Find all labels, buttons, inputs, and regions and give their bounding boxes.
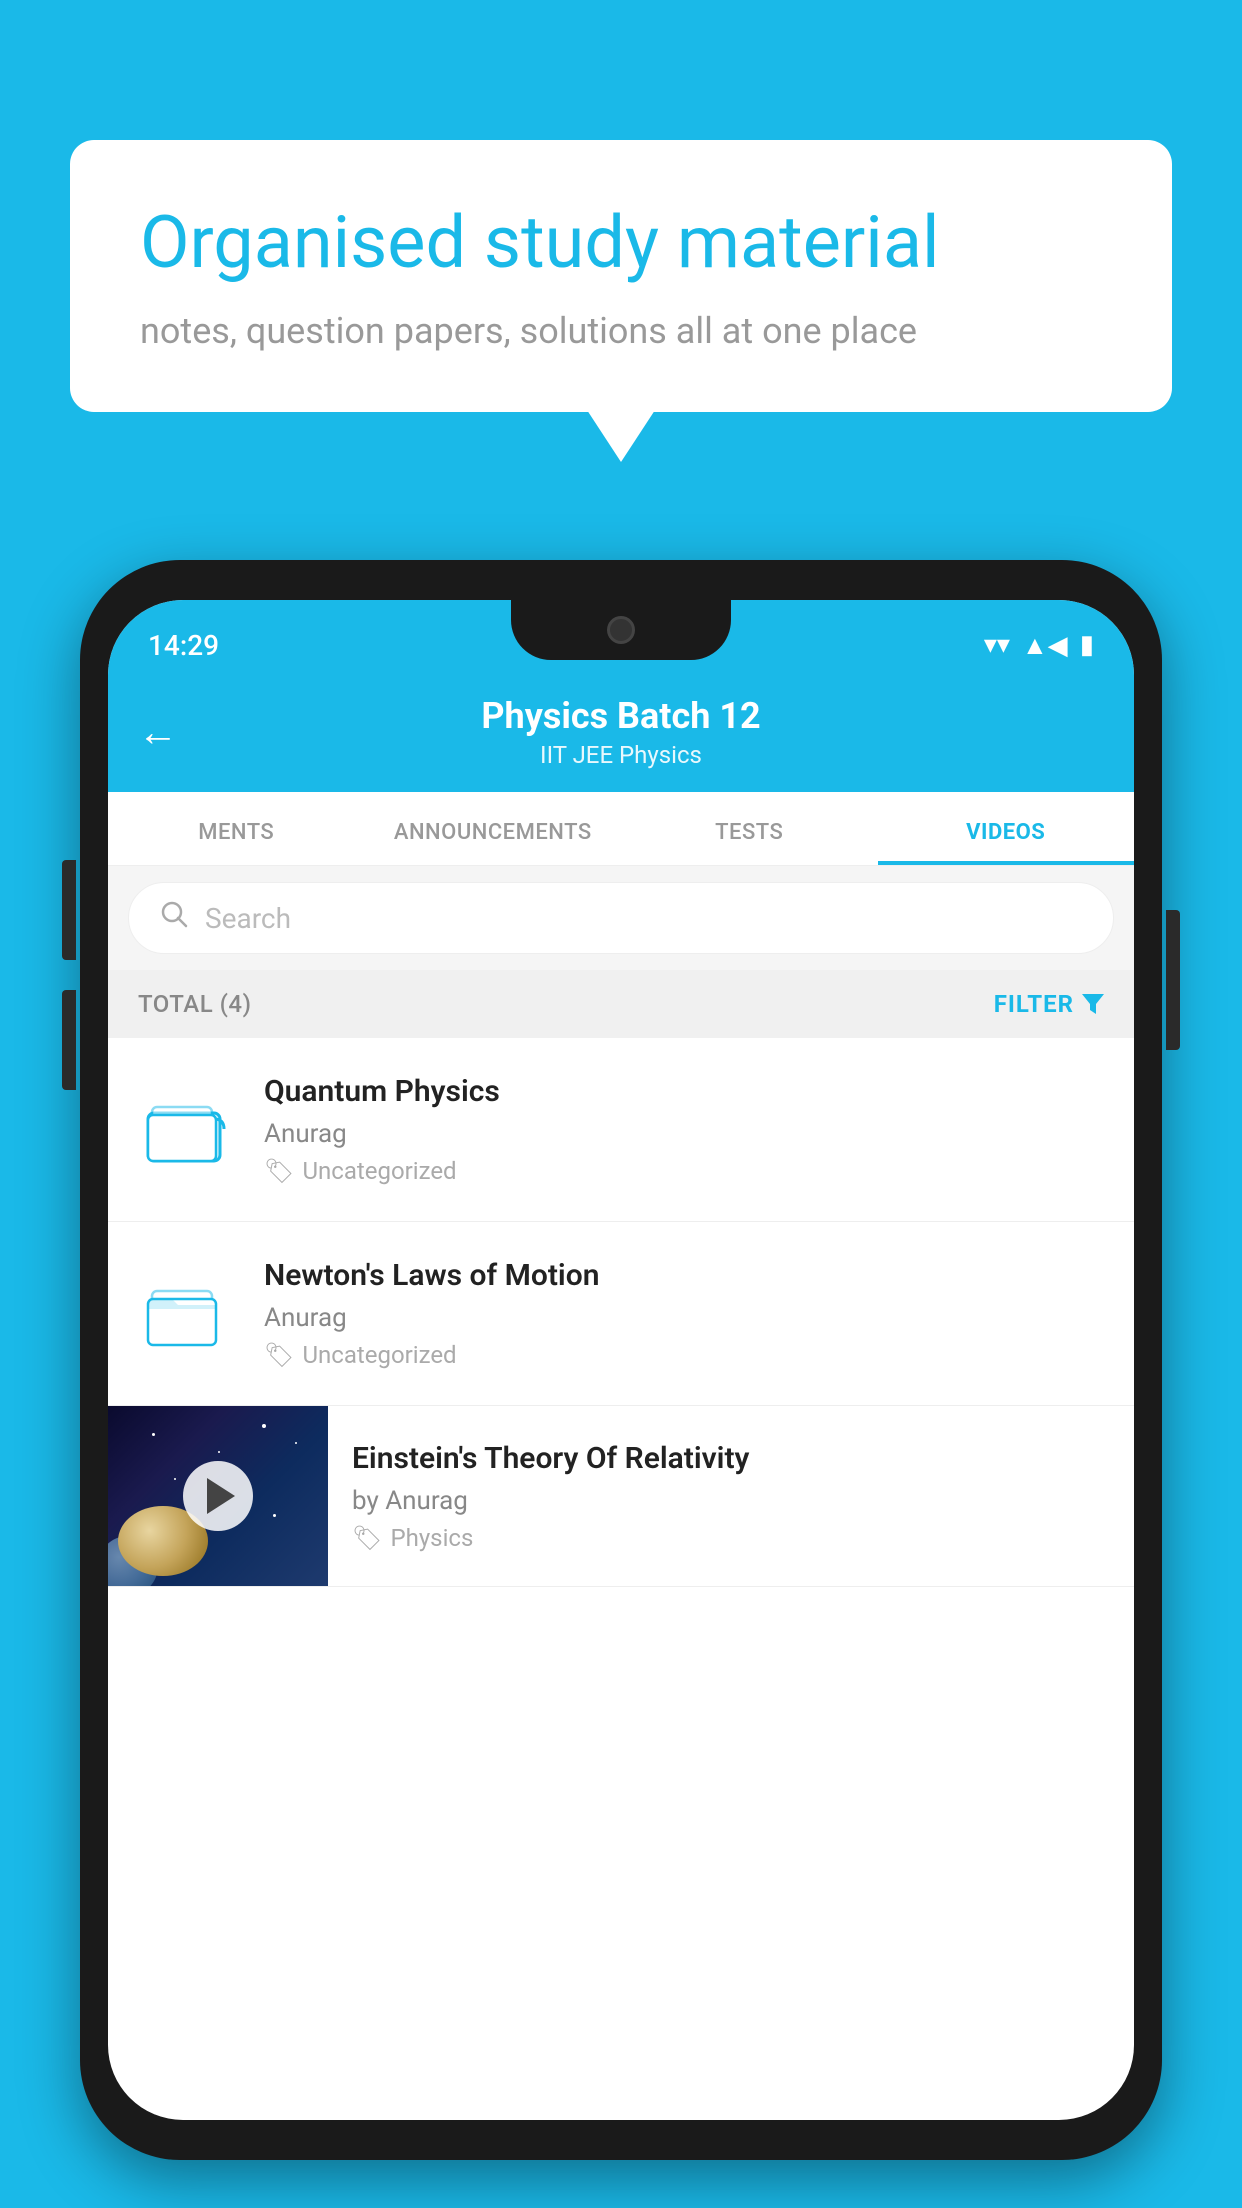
video-info: Quantum Physics Anurag 🏷 Uncategorized: [264, 1074, 1106, 1185]
camera-icon: [607, 616, 635, 644]
video-tag: 🏷 Physics: [352, 1524, 1110, 1552]
tab-tests[interactable]: TESTS: [621, 792, 878, 865]
video-tag: 🏷 Uncategorized: [264, 1157, 1106, 1185]
tab-ments[interactable]: MENTS: [108, 792, 365, 865]
header-subtitle: IIT JEE Physics: [540, 741, 702, 769]
video-tag: 🏷 Uncategorized: [264, 1341, 1106, 1369]
bubble-title: Organised study material: [140, 200, 1102, 286]
video-author: by Anurag: [352, 1486, 1110, 1516]
status-time: 14:29: [148, 629, 219, 662]
video-title: Newton's Laws of Motion: [264, 1258, 1106, 1293]
status-icons: ▾▾ ▲◀ ▮: [984, 630, 1094, 661]
header-title: Physics Batch 12: [481, 695, 760, 737]
list-item[interactable]: Newton's Laws of Motion Anurag 🏷 Uncateg…: [108, 1222, 1134, 1406]
battery-icon: ▮: [1080, 630, 1094, 660]
video-title: Quantum Physics: [264, 1074, 1106, 1109]
phone-screen: 14:29 ▾▾ ▲◀ ▮ ← Physics Batch 12 IIT JEE…: [108, 600, 1134, 2120]
list-item[interactable]: Einstein's Theory Of Relativity by Anura…: [108, 1406, 1134, 1587]
phone-outer: 14:29 ▾▾ ▲◀ ▮ ← Physics Batch 12 IIT JEE…: [80, 560, 1162, 2160]
bubble-subtitle: notes, question papers, solutions all at…: [140, 310, 1102, 352]
video-author: Anurag: [264, 1119, 1106, 1149]
tab-announcements[interactable]: ANNOUNCEMENTS: [365, 792, 622, 865]
speech-bubble: Organised study material notes, question…: [70, 140, 1172, 412]
search-icon: [159, 899, 189, 937]
video-info: Einstein's Theory Of Relativity by Anura…: [328, 1411, 1134, 1582]
total-count: TOTAL (4): [138, 990, 251, 1018]
video-thumbnail: [108, 1406, 328, 1586]
phone-container: 14:29 ▾▾ ▲◀ ▮ ← Physics Batch 12 IIT JEE…: [80, 560, 1162, 2160]
folder-icon: [136, 1269, 236, 1359]
filter-button[interactable]: FILTER: [994, 990, 1104, 1018]
tab-videos[interactable]: VIDEOS: [878, 792, 1135, 865]
search-bar[interactable]: Search: [128, 882, 1114, 954]
search-input[interactable]: Search: [205, 902, 291, 935]
list-item[interactable]: Quantum Physics Anurag 🏷 Uncategorized: [108, 1038, 1134, 1222]
power-button[interactable]: [1166, 910, 1180, 1050]
volume-up-button[interactable]: [62, 860, 76, 960]
speech-bubble-container: Organised study material notes, question…: [70, 140, 1172, 412]
app-header: ← Physics Batch 12 IIT JEE Physics: [108, 672, 1134, 792]
video-title: Einstein's Theory Of Relativity: [352, 1441, 1110, 1476]
filter-bar: TOTAL (4) FILTER: [108, 970, 1134, 1038]
folder-icon: [136, 1085, 236, 1175]
back-button[interactable]: ←: [138, 709, 178, 756]
tag-icon: 🏷: [352, 1524, 382, 1552]
wifi-icon: ▾▾: [984, 630, 1010, 660]
video-author: Anurag: [264, 1303, 1106, 1333]
play-button[interactable]: [183, 1461, 253, 1531]
tag-icon: 🏷: [264, 1341, 294, 1369]
volume-down-button[interactable]: [62, 990, 76, 1090]
video-list: Quantum Physics Anurag 🏷 Uncategorized: [108, 1038, 1134, 1587]
phone-notch: [511, 600, 731, 660]
video-info: Newton's Laws of Motion Anurag 🏷 Uncateg…: [264, 1258, 1106, 1369]
search-container: Search: [108, 866, 1134, 970]
tag-icon: 🏷: [264, 1157, 294, 1185]
tabs-container: MENTS ANNOUNCEMENTS TESTS VIDEOS: [108, 792, 1134, 866]
signal-icon: ▲◀: [1022, 630, 1068, 661]
